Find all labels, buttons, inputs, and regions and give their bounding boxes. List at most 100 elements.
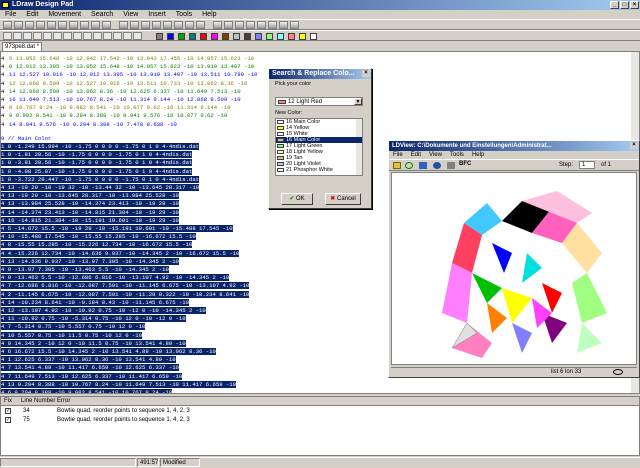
run-icon[interactable] — [196, 21, 205, 29]
code-line[interactable]: 4 14 8.941 9.576 -10 9.294 8.388 -10 7.47… — [1, 121, 177, 129]
cond-line-icon[interactable] — [123, 32, 132, 40]
menu-file[interactable]: File — [0, 10, 21, 19]
selected-code-line[interactable]: 4 13 9.294 8.388 -10 10.767 8.24 -10 11.… — [1, 380, 236, 389]
color-swatch[interactable] — [277, 33, 284, 40]
ok-button[interactable]: ✔ OK — [281, 193, 313, 205]
new-color-list[interactable]: 16 Main Color 14 Yellow 15 White 16 Main Co… — [275, 118, 363, 176]
selected-code-line[interactable]: 4 7 -5.314 0.75 -10 5.557 0.75 -10 12 0 … — [1, 323, 146, 331]
selected-code-line[interactable]: 1 0 -3.81 20.56 -10 -1.75 0 0 0 0 -1.75 … — [1, 159, 193, 167]
code-line[interactable]: 4 0 12.912 13.395 -10 13.052 15.648 -10 1… — [1, 63, 254, 71]
selected-code-line[interactable]: 4 4 -15.226 12.734 -10 -14.636 9.937 -10… — [1, 249, 240, 258]
comment-line[interactable]: 0 // Main Color — [1, 135, 51, 143]
menu-view[interactable]: View — [118, 10, 143, 19]
rotate-y-icon[interactable] — [23, 32, 32, 40]
fix-checkbox[interactable]: ✓ — [5, 417, 11, 423]
ldview-menu-tools[interactable]: Tools — [446, 152, 468, 158]
selected-code-line[interactable]: 4 8 -15.55 15.285 -10 -15.226 12.734 -10… — [1, 241, 193, 249]
settings-icon[interactable] — [447, 162, 455, 169]
color-swatch[interactable] — [266, 33, 273, 40]
undo-icon[interactable] — [91, 21, 100, 29]
cut-icon[interactable] — [58, 21, 67, 29]
rotate-x-icon[interactable] — [13, 32, 22, 40]
color-swatch[interactable] — [189, 33, 196, 40]
inline-icon[interactable] — [63, 32, 72, 40]
selected-code-line[interactable]: 4 6 9.294 8.388 -10 9.982 8.541 -10 10.7… — [1, 389, 173, 393]
settings-icon[interactable] — [290, 21, 299, 29]
col-line-number[interactable]: Line Number — [21, 397, 55, 405]
quad-icon[interactable] — [113, 32, 122, 40]
comment-icon[interactable] — [174, 21, 183, 29]
selected-code-line[interactable]: 4 14 -14.374 23.413 -10 -14.815 21.384 -… — [1, 208, 179, 217]
subfile-icon[interactable] — [53, 32, 62, 40]
tab-document[interactable]: 973pe8.dat * — [2, 42, 42, 51]
rotate-icon[interactable] — [246, 21, 255, 29]
new-icon[interactable] — [3, 21, 12, 29]
ldview-menu-edit[interactable]: Edit — [407, 152, 425, 158]
selected-code-line[interactable]: 1 0 -1.81 20.56 -10 -1.75 0 0 0 0 -1.75 … — [1, 151, 193, 159]
comment-line-icon[interactable] — [133, 32, 142, 40]
color-icon[interactable] — [268, 21, 277, 29]
bookmark-icon[interactable] — [141, 21, 150, 29]
close-button[interactable]: × — [630, 1, 639, 9]
triangle-icon[interactable] — [103, 32, 112, 40]
pick-color-select[interactable]: 12 Light Red ▼ — [275, 97, 363, 106]
menu-tools[interactable]: Tools — [171, 10, 197, 19]
ldview-close-icon[interactable]: × — [630, 142, 638, 149]
selected-code-line[interactable]: 4 0 -13.463 5.5 -10 -12.686 6.816 -10 -1… — [1, 274, 230, 282]
refresh-icon[interactable] — [405, 162, 413, 169]
selected-code-line[interactable]: 4 13 -19 29 -10 -13.645 28.317 -10 -13.9… — [1, 192, 179, 200]
dialog-close-icon[interactable]: × — [362, 70, 370, 77]
col-fix[interactable]: Fix — [4, 397, 12, 405]
color-list-item[interactable]: 21 Phosphor White — [276, 167, 362, 173]
color-swatch[interactable] — [222, 33, 229, 40]
uncomment-icon[interactable] — [185, 21, 194, 29]
bfc-icon[interactable] — [83, 32, 92, 40]
print-icon[interactable] — [47, 21, 56, 29]
grid-icon[interactable] — [235, 21, 244, 29]
minimize-button[interactable]: _ — [610, 1, 619, 9]
color-swatch[interactable] — [299, 33, 306, 40]
selected-code-line[interactable]: 4 13 -14.636 9.937 -10 -13.97 7.305 -10 … — [1, 257, 179, 266]
line-icon[interactable] — [93, 32, 102, 40]
code-line[interactable]: 4 8 10.767 8.24 -10 9.982 8.541 -10 10.07… — [1, 104, 231, 112]
selected-code-line[interactable]: 4 12 -13.107 4.92 -10 -10.92 0.75 -10 -1… — [1, 307, 206, 315]
selected-code-line[interactable]: 4 10 5.557 0.75 -10 11.5 0.75 -10 12 0 -… — [1, 331, 142, 340]
col-error[interactable]: Error — [57, 397, 70, 405]
cancel-button[interactable]: ✖ Cancel — [325, 193, 361, 205]
code-line[interactable]: 4 16 11.649 7.513 -10 10.767 8.24 -10 11.… — [1, 96, 241, 104]
selected-code-line[interactable]: 4 7 13.541 4.89 -10 11.417 6.659 -10 12.… — [1, 364, 179, 372]
selected-code-line[interactable]: 4 13 -13.984 25.528 -10 -14.374 23.413 -… — [1, 200, 179, 208]
color-swatch[interactable] — [255, 33, 262, 40]
step-icon[interactable] — [3, 32, 12, 40]
paste-icon[interactable] — [80, 21, 89, 29]
find-icon[interactable] — [119, 21, 128, 29]
color-swatch[interactable] — [167, 33, 174, 40]
replace-icon[interactable] — [130, 21, 139, 29]
code-line[interactable]: 4 12 12.068 8.509 -10 12.527 10.916 -10 1… — [1, 80, 247, 88]
maximize-button[interactable]: □ — [620, 1, 629, 9]
selected-code-line[interactable]: 4 7 -12.686 6.816 -10 -12.087 7.591 -10 … — [1, 282, 250, 290]
color-swatch[interactable] — [211, 33, 218, 40]
step-input[interactable]: 1 — [579, 161, 595, 169]
selected-code-line[interactable]: 1 0 -3.722 29.447 -10 -1.75 0 0 0 0 -1.7… — [1, 175, 200, 184]
code-line[interactable]: 4 5 13.052 15.648 -10 12.942 17.542 -10 1… — [1, 55, 254, 63]
menu-movement[interactable]: Movement — [43, 10, 86, 19]
selected-code-line[interactable]: 4 16 -14.815 21.384 -10 -15.191 19.601 -… — [1, 216, 179, 225]
flip-icon[interactable] — [43, 32, 52, 40]
chevron-down-icon[interactable]: ▼ — [354, 98, 362, 105]
selected-code-line[interactable]: 1 0 -4.08 25.07 -10 -1.75 0 0 0 0 -1.75 … — [1, 167, 193, 176]
selected-code-line[interactable]: 4 1 12.625 6.337 -10 13.062 8.36 -10 13.… — [1, 356, 176, 364]
outdent-icon[interactable] — [163, 21, 172, 29]
color-swatch[interactable] — [200, 33, 207, 40]
color-swatch[interactable] — [244, 33, 251, 40]
selected-code-line[interactable]: 4 6 16.672 15.5 -10 14.345 2 -10 13.541 … — [1, 348, 216, 356]
selected-code-line[interactable]: 4 7 11.649 7.513 -10 12.625 6.337 -10 11… — [1, 372, 183, 381]
rotate-z-icon[interactable] — [33, 32, 42, 40]
selected-code-line[interactable]: 4 10 -15.488 17.545 -10 -15.55 15.285 -1… — [1, 233, 196, 241]
wrench-icon[interactable] — [73, 32, 82, 40]
selected-code-line[interactable]: 4 14 -10.234 8.641 -10 -9.184 8.43 -10 -… — [1, 298, 189, 307]
indent-icon[interactable] — [152, 21, 161, 29]
ldview-menu-help[interactable]: Help — [468, 152, 488, 158]
selected-code-line[interactable]: 1 0 -1.249 15.994 -10 -1.75 0 0 0 0 -1.7… — [1, 143, 200, 151]
fix-checkbox[interactable]: ✓ — [5, 408, 11, 414]
